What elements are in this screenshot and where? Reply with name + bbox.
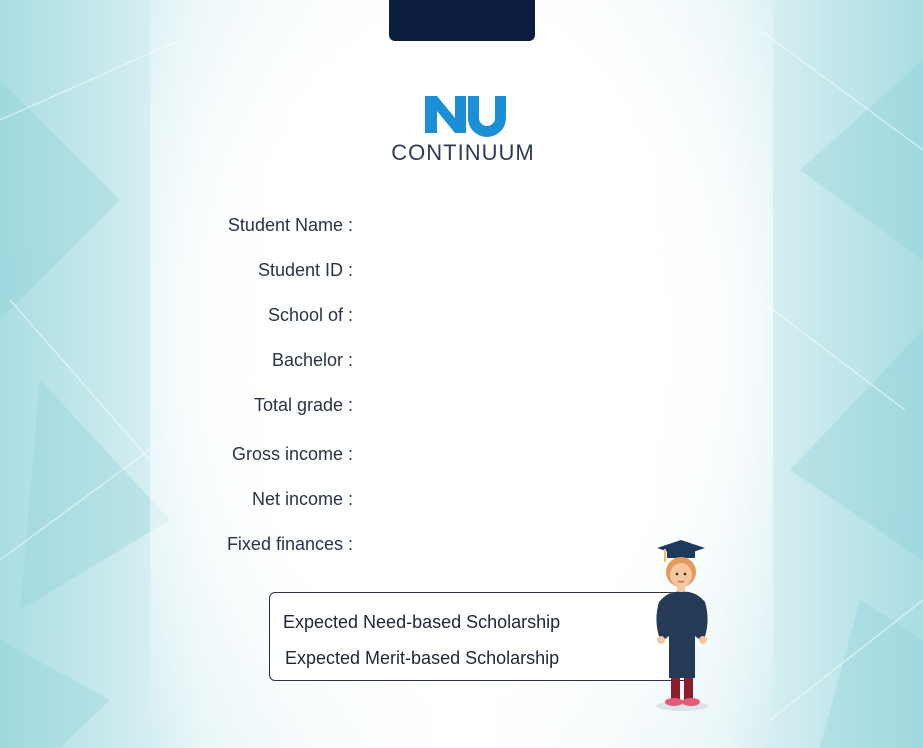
total-grade-label: Total grade : [253,395,353,415]
nu-continuum-logo: CONTINUUM [383,93,543,168]
student-name-value [362,215,662,239]
net-income-value [362,489,662,513]
school-value [362,305,662,329]
total-grade-value [362,395,662,419]
merit-based-scholarship-text: Expected Merit-based Scholarship [285,648,560,668]
student-id-value [362,260,662,284]
net-income-label: Net income : [251,489,353,509]
graduate-student-icon [645,536,721,714]
student-id-label: Student ID : [257,260,353,280]
nu-logo-icon [425,96,506,137]
school-label: School of : [267,305,353,325]
gross-income-value [362,444,662,468]
logo-wordmark: CONTINUUM [391,140,535,165]
need-based-scholarship-text: Expected Need-based Scholarship [283,612,561,632]
student-name-label: Student Name : [227,215,353,235]
gross-income-label: Gross income : [231,444,353,464]
bachelor-label: Bachelor : [271,350,353,370]
bachelor-value [362,350,662,374]
fixed-finances-value [362,534,662,558]
scholarship-result-box: Expected Need-based Scholarship Expected… [269,592,691,681]
fixed-finances-label: Fixed finances : [226,534,353,554]
top-nav-button[interactable] [389,0,535,41]
